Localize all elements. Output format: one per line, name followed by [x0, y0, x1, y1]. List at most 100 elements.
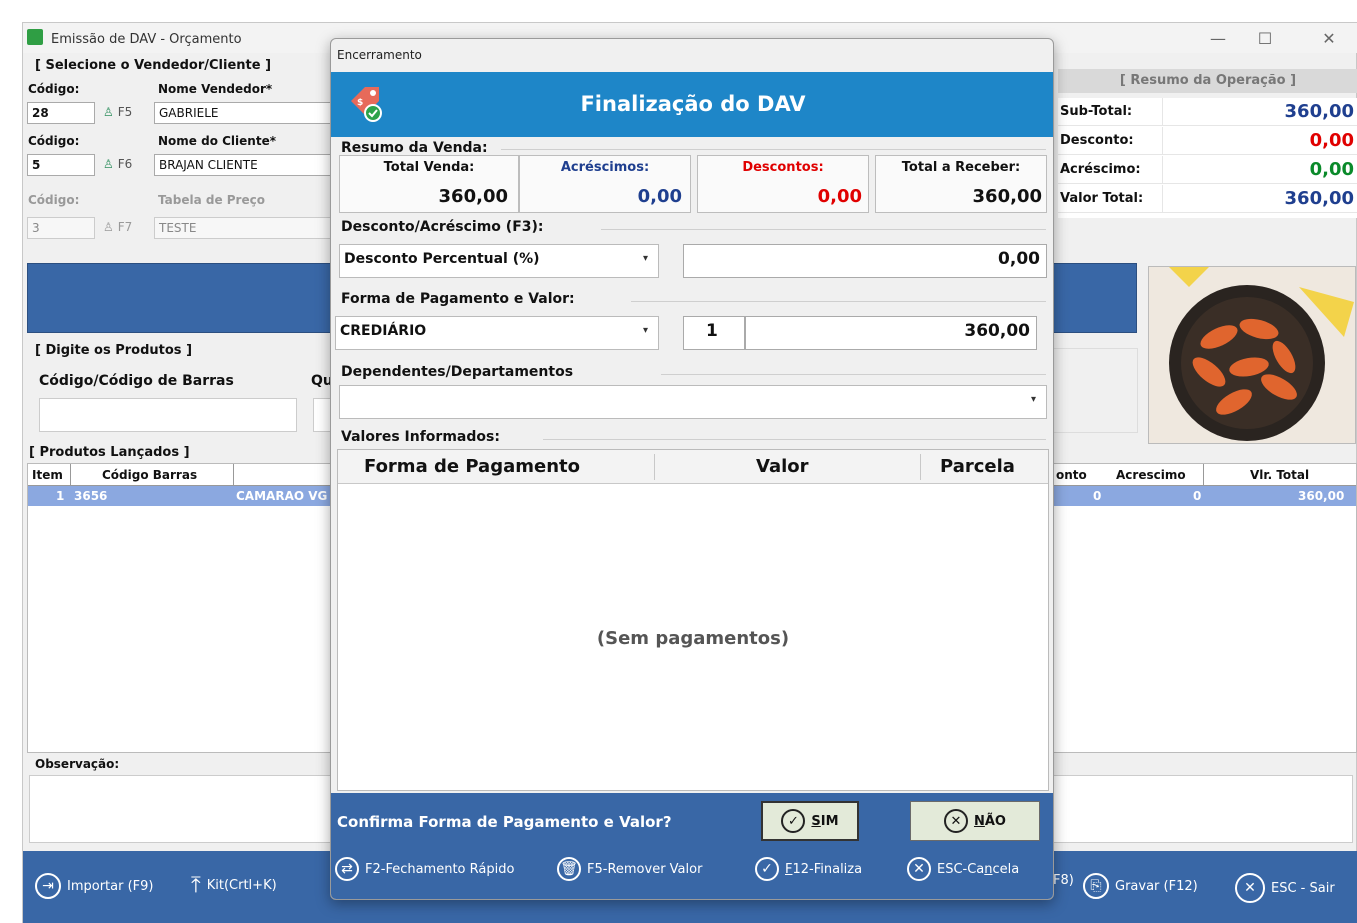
upload-icon: ⤒ [191, 873, 201, 898]
gravar-button[interactable]: ⎘ Gravar (F12) [1083, 873, 1198, 899]
person-search-icon: ♙ [103, 220, 114, 234]
maximize-button[interactable]: ☐ [1245, 27, 1285, 51]
col-valor: Valor [756, 456, 809, 477]
vendedor-name-field[interactable]: GABRIELE [154, 102, 334, 124]
sair-button[interactable]: ✕ ESC - Sair [1235, 873, 1335, 903]
tabela-search-button[interactable]: ♙ F7 [103, 220, 132, 234]
payment-value-input[interactable]: 360,00 [745, 316, 1037, 350]
cliente-code-field[interactable]: 5 [27, 154, 95, 176]
dialog-banner: $ Finalização do DAV [331, 72, 1053, 137]
barcode-input[interactable] [39, 398, 297, 432]
cliente-name-label: Nome do Cliente* [158, 134, 276, 148]
finalizacao-dialog: Encerramento $ Finalização do DAV Resumo… [330, 38, 1054, 900]
chevron-down-icon: ▾ [642, 325, 648, 336]
dependentes-title: Dependentes/Departamentos [341, 364, 574, 380]
grid-header-item: Item [32, 468, 63, 482]
summary-panel: Sub-Total: 360,00 Desconto: 0,00 Acréscimo: 0… [1058, 98, 1357, 218]
parcelas-input[interactable]: 1 [683, 316, 745, 350]
descontos-label: Descontos: [742, 160, 824, 175]
valores-title: Valores Informados: [341, 429, 500, 445]
row-total: 360,00 [1298, 489, 1345, 503]
cliente-name-field[interactable]: BRAJAN CLIENTE [154, 154, 334, 176]
dialog-footer: Confirma Forma de Pagamento e Valor? ✓ S… [331, 793, 1053, 899]
observacao-label: Observação: [35, 757, 120, 771]
total-venda-box: Total Venda: 360,00 [339, 155, 519, 213]
summary-row-value: 360,00 [1284, 188, 1354, 209]
cancela-button[interactable]: ✕ ESC-Cancela [907, 857, 1019, 881]
summary-row-divider [1162, 185, 1163, 213]
kit-button[interactable]: ⤒ Kit(Crtl+K) [191, 873, 277, 898]
col-divider [654, 454, 655, 480]
tabela-name-label: Tabela de Preço [158, 193, 265, 207]
valores-table[interactable]: Forma de Pagamento Valor Parcela (Sem pa… [337, 449, 1049, 791]
col-divider [920, 454, 921, 480]
summary-row-divider [1162, 156, 1163, 184]
confirm-question: Confirma Forma de Pagamento e Valor? [337, 813, 672, 831]
cliente-code-label: Código: [28, 134, 80, 148]
summary-row: Desconto: 0,00 [1058, 127, 1357, 155]
desconto-type-select[interactable]: Desconto Percentual (%) ▾ [339, 244, 659, 278]
col-parcela: Parcela [940, 456, 1015, 477]
acrescimos-label: Acréscimos: [560, 160, 650, 175]
total-venda-value: 360,00 [438, 186, 508, 207]
check-circle-icon: ✓ [781, 809, 806, 833]
finaliza-button[interactable]: ✓ F12-Finaliza [755, 857, 862, 881]
pagamento-title: Forma de Pagamento e Valor: [341, 291, 575, 307]
shrimp-image [1149, 267, 1355, 443]
nao-button[interactable]: ✕ NÃO [910, 801, 1040, 841]
importar-button[interactable]: ⇥ Importar (F9) [35, 873, 153, 899]
vendedor-name-label: Nome Vendedor* [158, 82, 273, 96]
fast-close-icon: ⇄ [335, 857, 359, 881]
products-input-section-title: [ Digite os Produtos ] [35, 343, 193, 358]
close-button[interactable]: ✕ [1309, 27, 1349, 51]
grid-header-acrescimo: Acrescimo [1116, 468, 1186, 482]
summary-panel-title: [ Resumo da Operação ] [1058, 69, 1357, 93]
col-forma-pagamento: Forma de Pagamento [364, 456, 580, 477]
import-icon: ⇥ [35, 873, 61, 899]
app-icon [27, 29, 43, 45]
vendedor-code-field[interactable]: 28 [27, 102, 95, 124]
acrescimos-value: 0,00 [637, 186, 682, 207]
summary-row-value: 0,00 [1309, 130, 1354, 151]
chevron-down-icon: ▾ [642, 253, 648, 264]
cliente-search-button[interactable]: ♙ F6 [103, 157, 132, 171]
person-search-icon: ♙ [103, 105, 114, 119]
grid-divider [233, 464, 234, 486]
products-grid-section-title: [ Produtos Lançados ] [29, 445, 190, 460]
sim-button[interactable]: ✓ SIM [761, 801, 859, 841]
divider [543, 439, 1046, 440]
summary-row: Sub-Total: 360,00 [1058, 98, 1357, 126]
row-acrescimo: 0 [1193, 489, 1202, 503]
remover-valor-button[interactable]: 🗑 F5-Remover Valor [557, 857, 702, 881]
payment-method-select[interactable]: CREDIÁRIO ▾ [335, 316, 659, 350]
row-item: 1 [56, 489, 65, 503]
grid-header-total: Vlr. Total [1250, 468, 1310, 482]
grid-header-barcode: Código Barras [102, 468, 198, 482]
summary-row-value: 360,00 [1284, 101, 1354, 122]
desconto-value-input[interactable]: 0,00 [683, 244, 1047, 278]
window-title: Emissão de DAV - Orçamento [51, 32, 242, 47]
f8-button[interactable]: F8) [1053, 873, 1074, 888]
valores-header: Forma de Pagamento Valor Parcela [338, 450, 1048, 484]
trash-icon: 🗑 [557, 857, 581, 881]
dependentes-select[interactable]: ▾ [339, 385, 1047, 419]
tabela-code-label: Código: [28, 193, 80, 207]
vendedor-search-button[interactable]: ♙ F5 [103, 105, 132, 119]
summary-row-divider [1162, 127, 1163, 155]
empty-payments-text: (Sem pagamentos) [596, 628, 790, 649]
grid-header-discount: onto [1056, 468, 1087, 482]
summary-row-label: Desconto: [1060, 133, 1134, 148]
fechamento-rapido-button[interactable]: ⇄ F2-Fechamento Rápido [335, 857, 514, 881]
tabela-name-field[interactable]: TESTE [154, 217, 334, 239]
product-image [1148, 266, 1356, 444]
dialog-heading: Finalização do DAV [580, 92, 806, 116]
row-barcode: 3656 [74, 489, 108, 503]
descontos-box: Descontos: 0,00 [697, 155, 869, 213]
person-search-icon: ♙ [103, 157, 114, 171]
divider [661, 374, 1046, 375]
minimize-button[interactable]: — [1198, 27, 1238, 51]
desconto-title: Desconto/Acréscimo (F3): [341, 219, 544, 235]
tabela-code-field[interactable]: 3 [27, 217, 95, 239]
divider [501, 149, 1046, 150]
chevron-down-icon: ▾ [1030, 394, 1036, 405]
